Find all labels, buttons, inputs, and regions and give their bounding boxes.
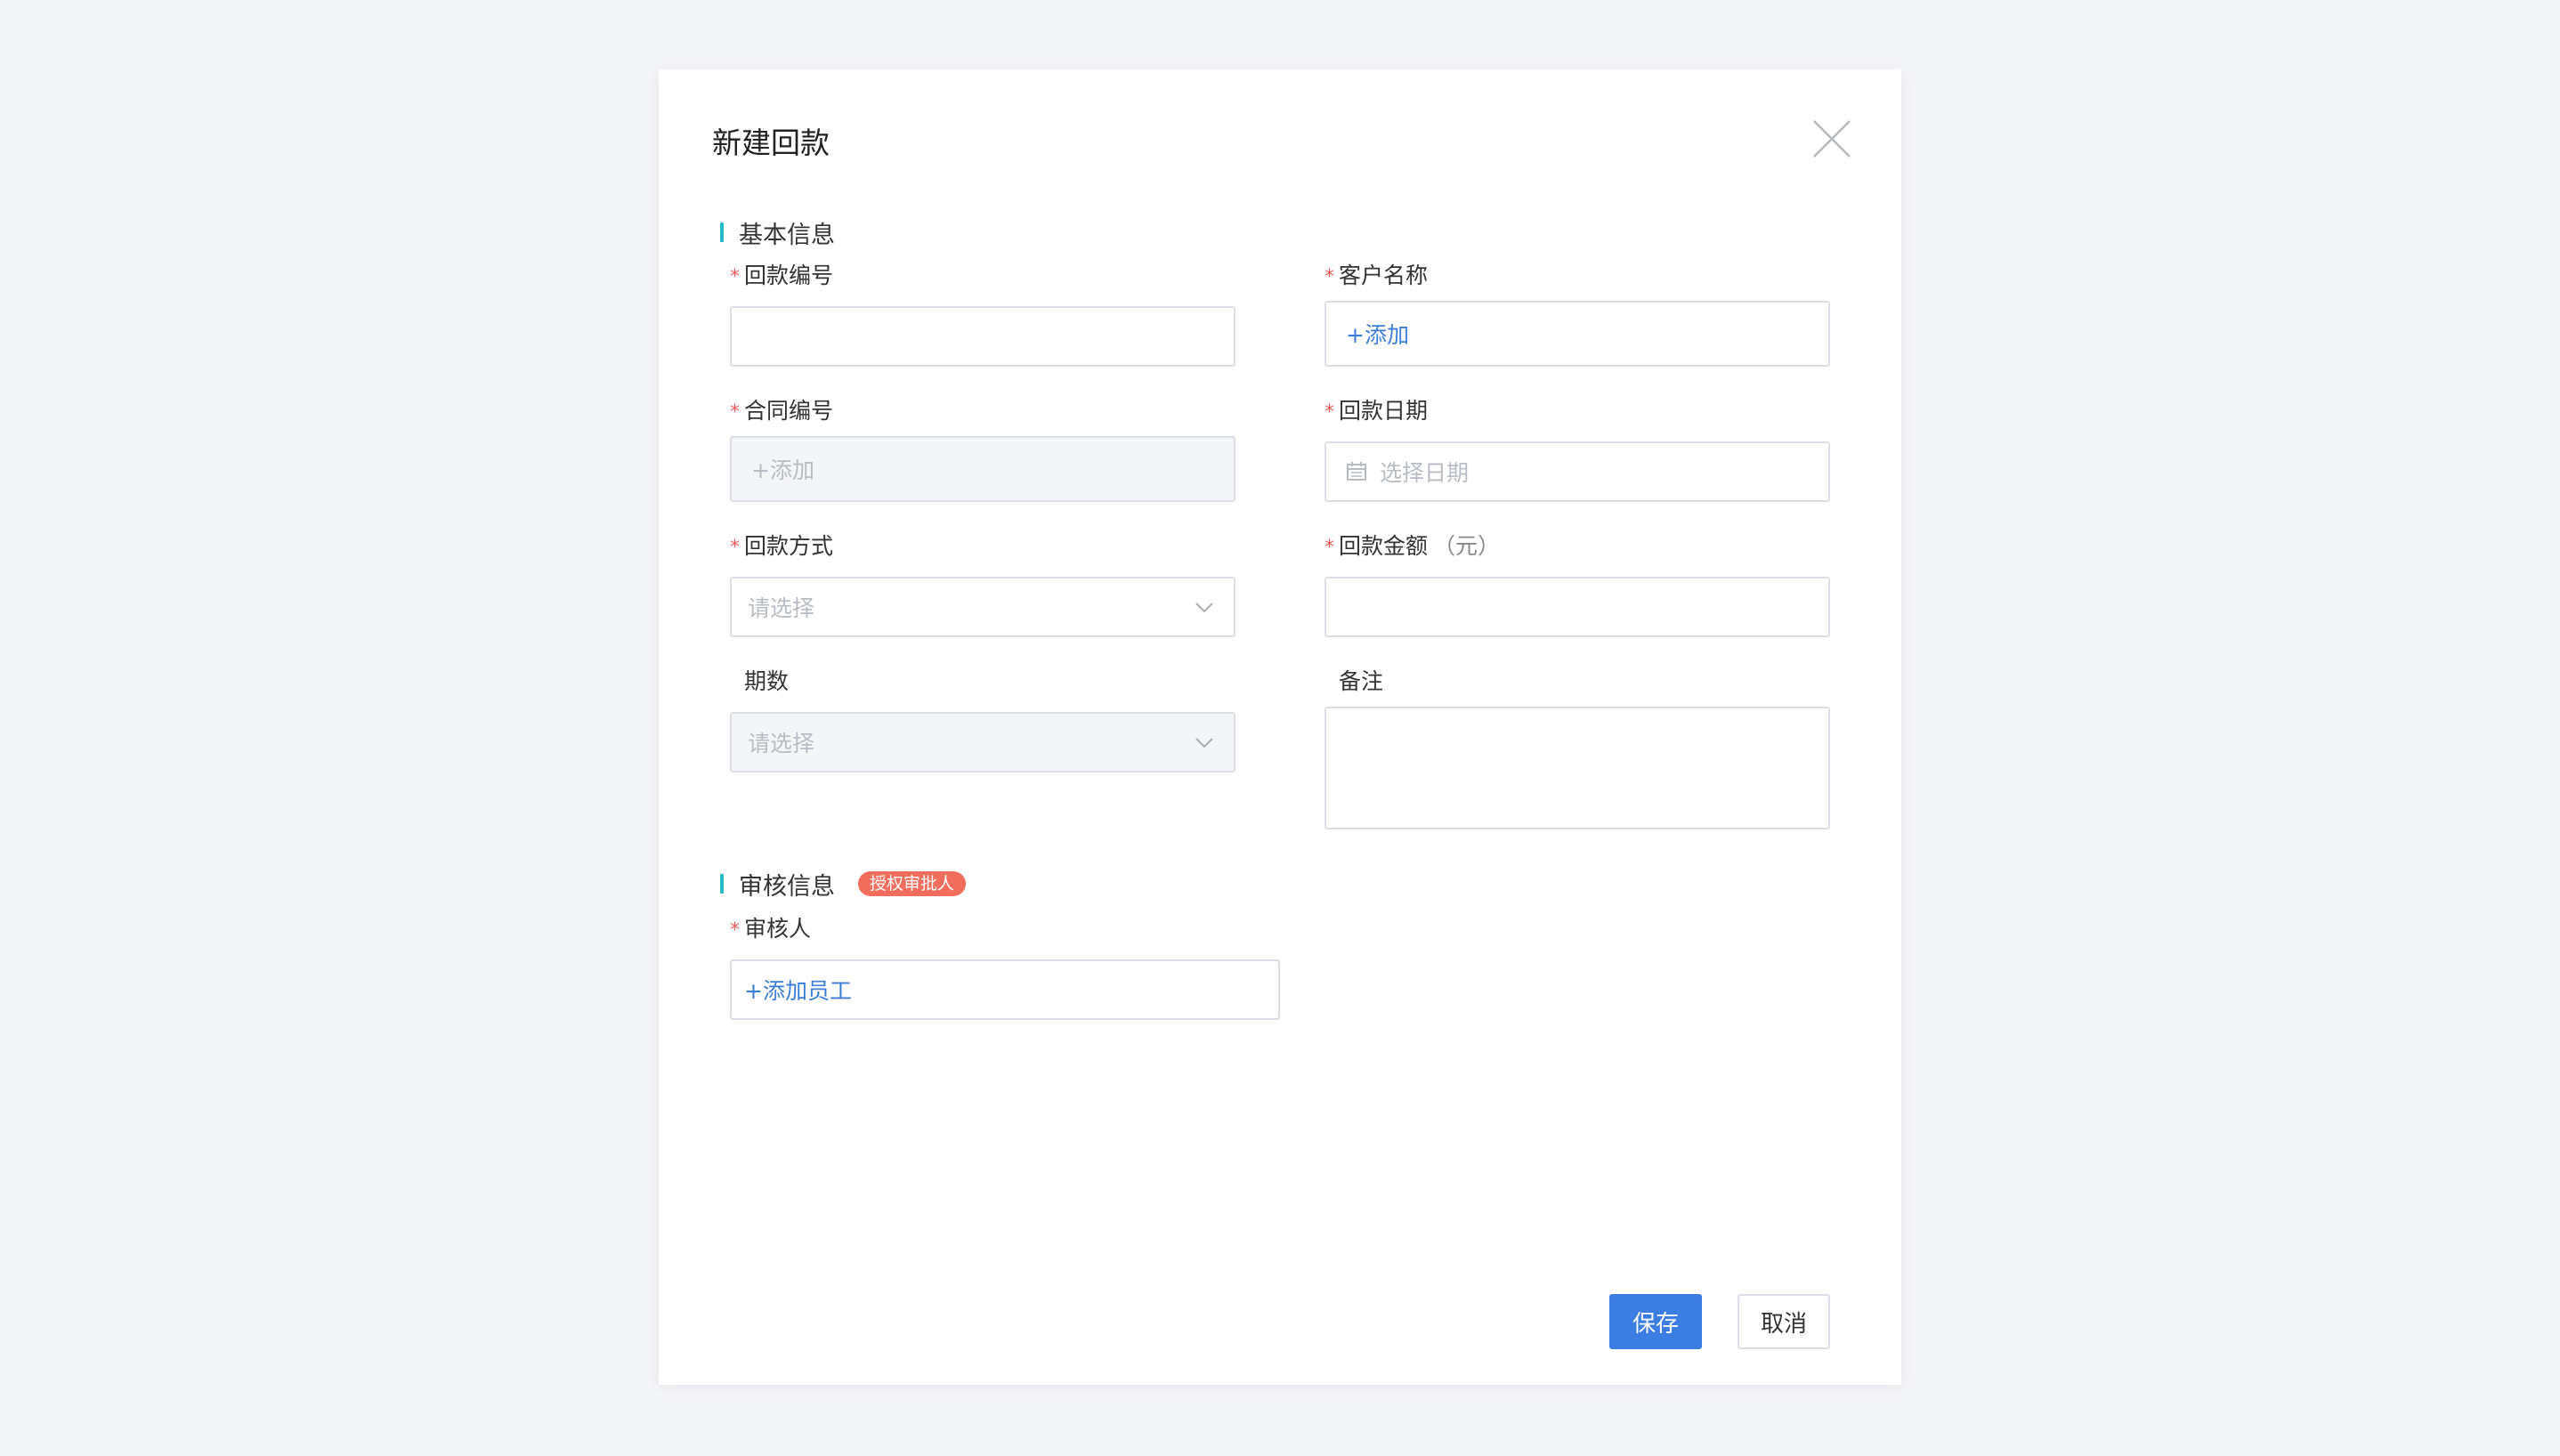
payment-date-label: * 回款日期 [1325,395,1428,429]
required-mark: * [1325,266,1334,288]
amount-label-text: 回款金额 [1339,533,1429,559]
section-accent-bar [720,874,724,894]
required-mark: * [730,266,740,288]
add-customer-link[interactable]: +添加 [1346,318,1409,350]
new-payment-dialog: 新建回款 基本信息 * 回款编号 * 客户名称 +添加 * 合同编号 +添加 * 回款日… [659,69,1901,1385]
required-mark: * [730,537,740,559]
payment-method-label: * 回款方式 [730,530,833,564]
calendar-icon [1347,462,1366,481]
contract-no-placeholder: +添加 [751,457,814,483]
payment-method-select[interactable]: 请选择 [730,577,1235,637]
add-employee-link[interactable]: +添加员工 [744,974,852,1006]
contract-no-field[interactable]: +添加 [730,436,1235,502]
authorized-approver-badge: 授权审批人 [858,871,967,896]
required-mark: * [1325,401,1334,424]
period-label: 期数 [744,668,790,694]
dialog-title: 新建回款 [712,125,830,160]
section-review-title: 审核信息 [739,872,835,901]
cancel-button[interactable]: 取消 [1738,1294,1830,1349]
required-mark: * [730,919,740,942]
amount-input[interactable] [1325,577,1830,637]
reviewer-field[interactable]: +添加员工 [730,959,1280,1020]
period-placeholder: 请选择 [748,731,815,756]
section-basic-title: 基本信息 [739,221,835,249]
payment-date-placeholder: 选择日期 [1380,460,1470,486]
section-review-info: 审核信息 授权审批人 [720,868,967,901]
payment-no-input[interactable] [730,306,1235,367]
reviewer-label-text: 审核人 [744,916,812,942]
save-button[interactable]: 保存 [1609,1294,1702,1349]
section-basic-info: 基本信息 [720,216,835,249]
remark-textarea[interactable] [1325,707,1830,829]
customer-field[interactable]: +添加 [1325,301,1830,367]
section-accent-bar [720,222,724,242]
required-mark: * [730,401,740,424]
contract-no-label-text: 合同编号 [744,398,834,424]
customer-label-text: 客户名称 [1339,263,1429,288]
amount-label: * 回款金额 （元） [1325,530,1500,564]
reviewer-label: * 审核人 [730,913,811,947]
customer-label: * 客户名称 [1325,260,1428,294]
payment-no-label-text: 回款编号 [744,263,834,288]
payment-date-label-text: 回款日期 [1339,398,1429,424]
contract-no-label: * 合同编号 [730,395,833,429]
payment-method-label-text: 回款方式 [744,533,834,559]
close-button[interactable] [1807,114,1857,164]
close-icon [1813,120,1851,158]
chevron-down-icon [1195,738,1213,748]
payment-date-picker[interactable]: 选择日期 [1325,441,1830,502]
payment-no-label: * 回款编号 [730,260,833,294]
remark-label: 备注 [1339,668,1384,694]
amount-unit: （元） [1433,533,1501,559]
period-select[interactable]: 请选择 [730,712,1235,772]
chevron-down-icon [1195,603,1213,613]
required-mark: * [1325,537,1334,559]
payment-method-placeholder: 请选择 [748,595,815,621]
